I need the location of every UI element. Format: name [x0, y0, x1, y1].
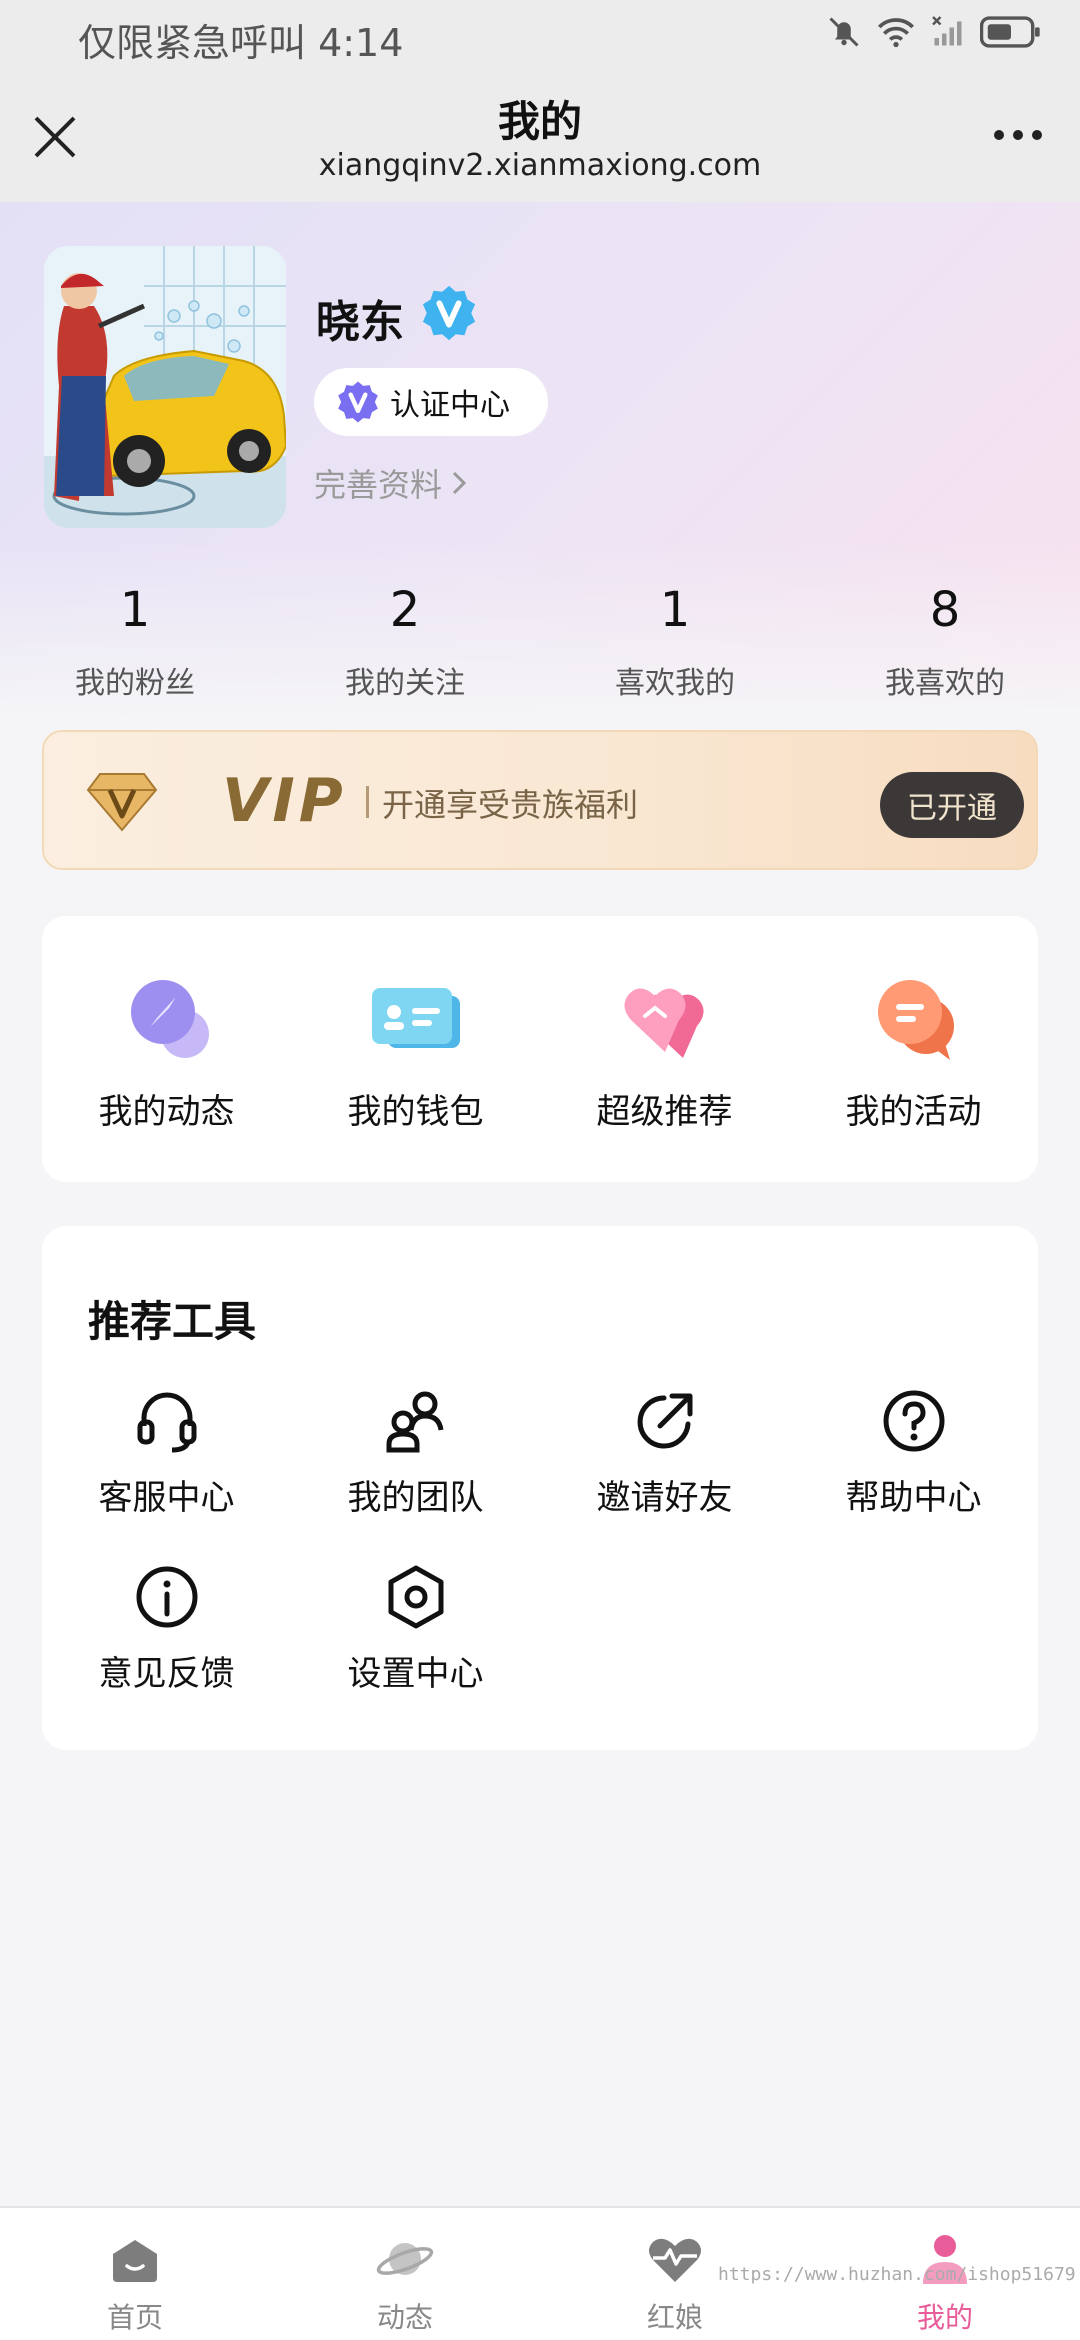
stat-label: 我的关注 — [345, 666, 465, 701]
app-header: 我的 xiangqinv2.xianmaxiong.com — [0, 76, 1080, 202]
complete-profile-label: 完善资料 — [314, 466, 443, 504]
page-url: xiangqinv2.xianmaxiong.com — [318, 148, 762, 183]
cert-center-label: 认证中心 — [390, 388, 510, 423]
stat-label: 我的粉丝 — [75, 666, 195, 701]
feature-super-recommend[interactable]: 超级推荐 — [540, 968, 789, 1133]
team-icon — [386, 1391, 443, 1453]
nav-home[interactable]: 首页 — [0, 2232, 270, 2336]
tools-title: 推荐工具 — [88, 1297, 257, 1346]
feature-card: 我的动态 我的钱包 超级推荐 我的活动 — [42, 916, 1038, 1182]
nav-moments[interactable]: 动态 — [270, 2232, 540, 2336]
stats-row: 1 我的粉丝 2 我的关注 1 喜欢我的 8 我喜欢的 — [0, 580, 1080, 710]
tool-label: 设置中心 — [347, 1654, 484, 1694]
chevron-right-icon — [452, 471, 467, 495]
stat-value: 8 — [929, 582, 961, 638]
vip-slogan: 开通享受贵族福利 — [382, 786, 639, 824]
tool-feedback[interactable]: 意见反馈 — [42, 1562, 291, 1695]
vip-banner[interactable]: VIP 开通享受贵族福利 已开通 — [42, 730, 1038, 870]
stat-label: 我喜欢的 — [885, 666, 1005, 701]
tool-label: 意见反馈 — [98, 1654, 235, 1694]
status-icons — [826, 14, 1042, 50]
tools-card: 推荐工具 客服中心 我的团队 邀请好友 帮助中心 意见反馈 设置中心 — [42, 1226, 1038, 1750]
avatar[interactable] — [44, 246, 286, 528]
feature-my-moments[interactable]: 我的动态 — [42, 968, 291, 1133]
stat-i-liked[interactable]: 8 我喜欢的 — [810, 580, 1080, 702]
bell-muted-icon — [829, 17, 859, 47]
tool-label: 帮助中心 — [845, 1478, 982, 1518]
vip-status-button[interactable]: 已开通 — [880, 772, 1024, 838]
stat-liked-me[interactable]: 1 喜欢我的 — [540, 580, 810, 702]
feature-label: 我的钱包 — [347, 1092, 484, 1132]
cert-badge-icon — [338, 381, 378, 423]
info-icon — [136, 1566, 197, 1628]
signal-off-icon — [932, 16, 962, 46]
diamond-icon — [86, 773, 158, 832]
tool-invite-friends[interactable]: 邀请好友 — [540, 1386, 789, 1519]
nav-label: 我的 — [916, 2301, 973, 2334]
feature-my-wallet[interactable]: 我的钱包 — [291, 968, 540, 1133]
headset-icon — [137, 1392, 196, 1453]
vip-title: VIP — [222, 766, 347, 836]
feature-label: 我的动态 — [98, 1092, 235, 1132]
complete-profile-link[interactable]: 完善资料 — [314, 460, 470, 506]
home-icon — [113, 2240, 157, 2282]
heart-pulse-icon — [649, 2238, 701, 2282]
stat-label: 喜欢我的 — [615, 666, 735, 701]
cert-center-button[interactable]: 认证中心 — [314, 368, 548, 436]
vip-divider — [366, 786, 369, 818]
page-title: 我的 — [497, 97, 582, 146]
tool-help-center[interactable]: 帮助中心 — [789, 1386, 1038, 1519]
stat-value: 1 — [659, 582, 691, 638]
feature-my-activity[interactable]: 我的活动 — [789, 968, 1038, 1133]
feature-label: 超级推荐 — [596, 1092, 733, 1132]
planet-icon — [376, 2243, 434, 2275]
nav-label: 首页 — [106, 2301, 163, 2334]
share-arrow-icon — [637, 1393, 692, 1449]
stat-value: 2 — [389, 582, 421, 638]
chat-bubble-icon — [877, 980, 954, 1060]
tool-settings[interactable]: 设置中心 — [291, 1562, 540, 1695]
settings-hex-icon — [388, 1565, 443, 1629]
stat-value: 1 — [119, 582, 151, 638]
heart-icon — [623, 988, 704, 1058]
status-text: 仅限紧急呼叫 4:14 — [78, 21, 404, 65]
tool-label: 邀请好友 — [596, 1478, 733, 1518]
verified-badge-icon — [422, 285, 476, 341]
wifi-icon — [878, 18, 914, 48]
wallet-card-icon — [371, 988, 460, 1048]
compass-icon — [130, 980, 209, 1058]
username: 晓东 — [316, 297, 404, 348]
status-bar: 仅限紧急呼叫 4:14 — [0, 0, 1080, 76]
feature-label: 我的活动 — [845, 1092, 982, 1132]
tool-my-team[interactable]: 我的团队 — [291, 1386, 540, 1519]
nav-label: 动态 — [376, 2301, 433, 2334]
nav-label: 红娘 — [646, 2301, 703, 2334]
stat-fans[interactable]: 1 我的粉丝 — [0, 580, 270, 702]
tool-label: 客服中心 — [98, 1478, 235, 1518]
question-icon — [883, 1390, 944, 1452]
tool-customer-service[interactable]: 客服中心 — [42, 1386, 291, 1519]
battery-icon — [980, 16, 1040, 48]
avatar-image — [44, 246, 286, 528]
more-icon[interactable] — [986, 120, 1050, 150]
stat-following[interactable]: 2 我的关注 — [270, 580, 540, 702]
watermark: https://www.huzhan.com/ishop51679 — [718, 2264, 1076, 2285]
tool-label: 我的团队 — [347, 1478, 484, 1518]
